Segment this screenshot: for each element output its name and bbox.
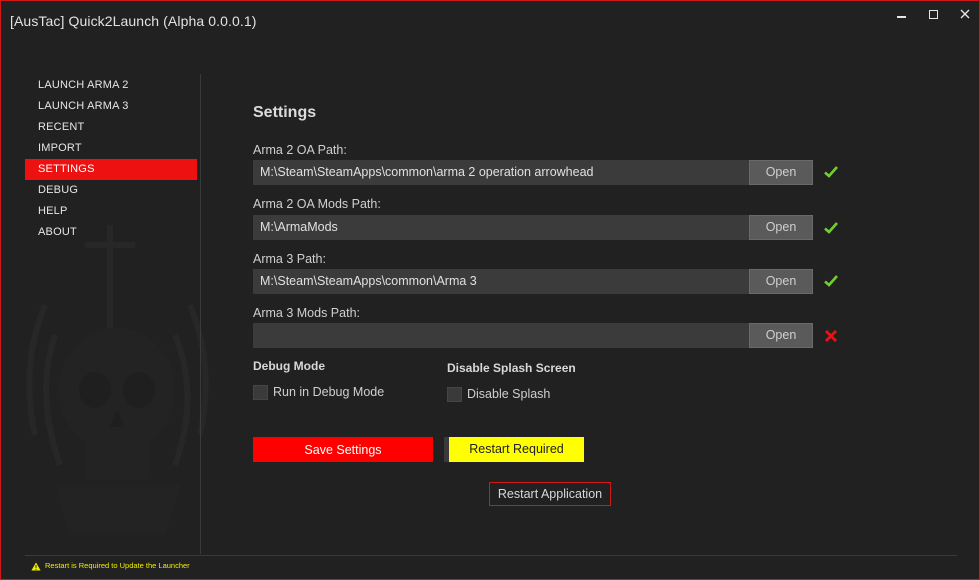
sidebar-item-settings[interactable]: SETTINGS — [25, 159, 197, 180]
close-icon — [960, 9, 970, 19]
maximize-button[interactable] — [918, 5, 948, 25]
debug-mode-checkbox-label[interactable]: Run in Debug Mode — [273, 385, 384, 399]
disable-splash-checkbox-label[interactable]: Disable Splash — [467, 387, 550, 401]
sidebar-item-import[interactable]: IMPORT — [25, 138, 197, 159]
sidebar-item-launch-arma-2[interactable]: LAUNCH ARMA 2 — [25, 75, 197, 96]
disable-splash-checkbox[interactable] — [447, 387, 462, 402]
sidebar-item-debug[interactable]: DEBUG — [25, 180, 197, 201]
status-message: Restart is Required to Update the Launch… — [45, 561, 190, 570]
sidebar-nav: LAUNCH ARMA 2 LAUNCH ARMA 3 RECENT IMPOR… — [25, 75, 197, 243]
restart-required-badge: Restart Required — [444, 437, 584, 462]
arma2-oa-path-input[interactable]: M:\Steam\SteamApps\common\arma 2 operati… — [253, 160, 749, 185]
arma2-oa-mods-path-open-button[interactable]: Open — [749, 215, 813, 240]
maximize-icon — [929, 10, 938, 19]
arma2-oa-path-label: Arma 2 OA Path: — [253, 143, 347, 157]
arma2-oa-path-open-button[interactable]: Open — [749, 160, 813, 185]
status-divider — [25, 555, 957, 556]
checkmark-icon — [824, 222, 838, 234]
app-window: [AusTac] Quick2Launch (Alpha 0.0.0.1) LA… — [0, 0, 980, 580]
error-x-icon — [825, 330, 837, 342]
arma3-mods-path-open-button[interactable]: Open — [749, 323, 813, 348]
arma2-oa-mods-path-input[interactable]: M:\ArmaMods — [253, 215, 749, 240]
sidebar-item-about[interactable]: ABOUT — [25, 222, 197, 243]
arma2-oa-mods-path-label: Arma 2 OA Mods Path: — [253, 197, 381, 211]
sidebar-item-help[interactable]: HELP — [25, 201, 197, 222]
sidebar-divider — [200, 74, 201, 554]
window-title: [AusTac] Quick2Launch (Alpha 0.0.0.1) — [10, 13, 257, 29]
minimize-icon — [897, 16, 906, 18]
arma3-path-label: Arma 3 Path: — [253, 252, 326, 266]
arma3-path-open-button[interactable]: Open — [749, 269, 813, 294]
save-settings-button[interactable]: Save Settings — [253, 437, 433, 462]
page-title: Settings — [253, 104, 317, 121]
restart-application-button[interactable]: Restart Application — [489, 482, 611, 506]
arma3-mods-path-label: Arma 3 Mods Path: — [253, 306, 360, 320]
sidebar-item-recent[interactable]: RECENT — [25, 117, 197, 138]
checkmark-icon — [824, 275, 838, 287]
skull-emblem-watermark — [26, 225, 209, 535]
arma3-path-input[interactable]: M:\Steam\SteamApps\common\Arma 3 — [253, 269, 749, 294]
title-bar[interactable]: [AusTac] Quick2Launch (Alpha 0.0.0.1) — [1, 1, 979, 41]
debug-mode-heading: Debug Mode — [253, 359, 325, 373]
close-button[interactable] — [950, 5, 979, 25]
status-bar: Restart is Required to Update the Launch… — [31, 561, 190, 571]
sidebar-item-launch-arma-3[interactable]: LAUNCH ARMA 3 — [25, 96, 197, 117]
minimize-button[interactable] — [886, 5, 916, 25]
debug-mode-checkbox[interactable] — [253, 385, 268, 400]
arma3-mods-path-input[interactable] — [253, 323, 749, 348]
checkmark-icon — [824, 166, 838, 178]
disable-splash-heading: Disable Splash Screen — [447, 361, 576, 375]
warning-icon — [31, 562, 41, 571]
